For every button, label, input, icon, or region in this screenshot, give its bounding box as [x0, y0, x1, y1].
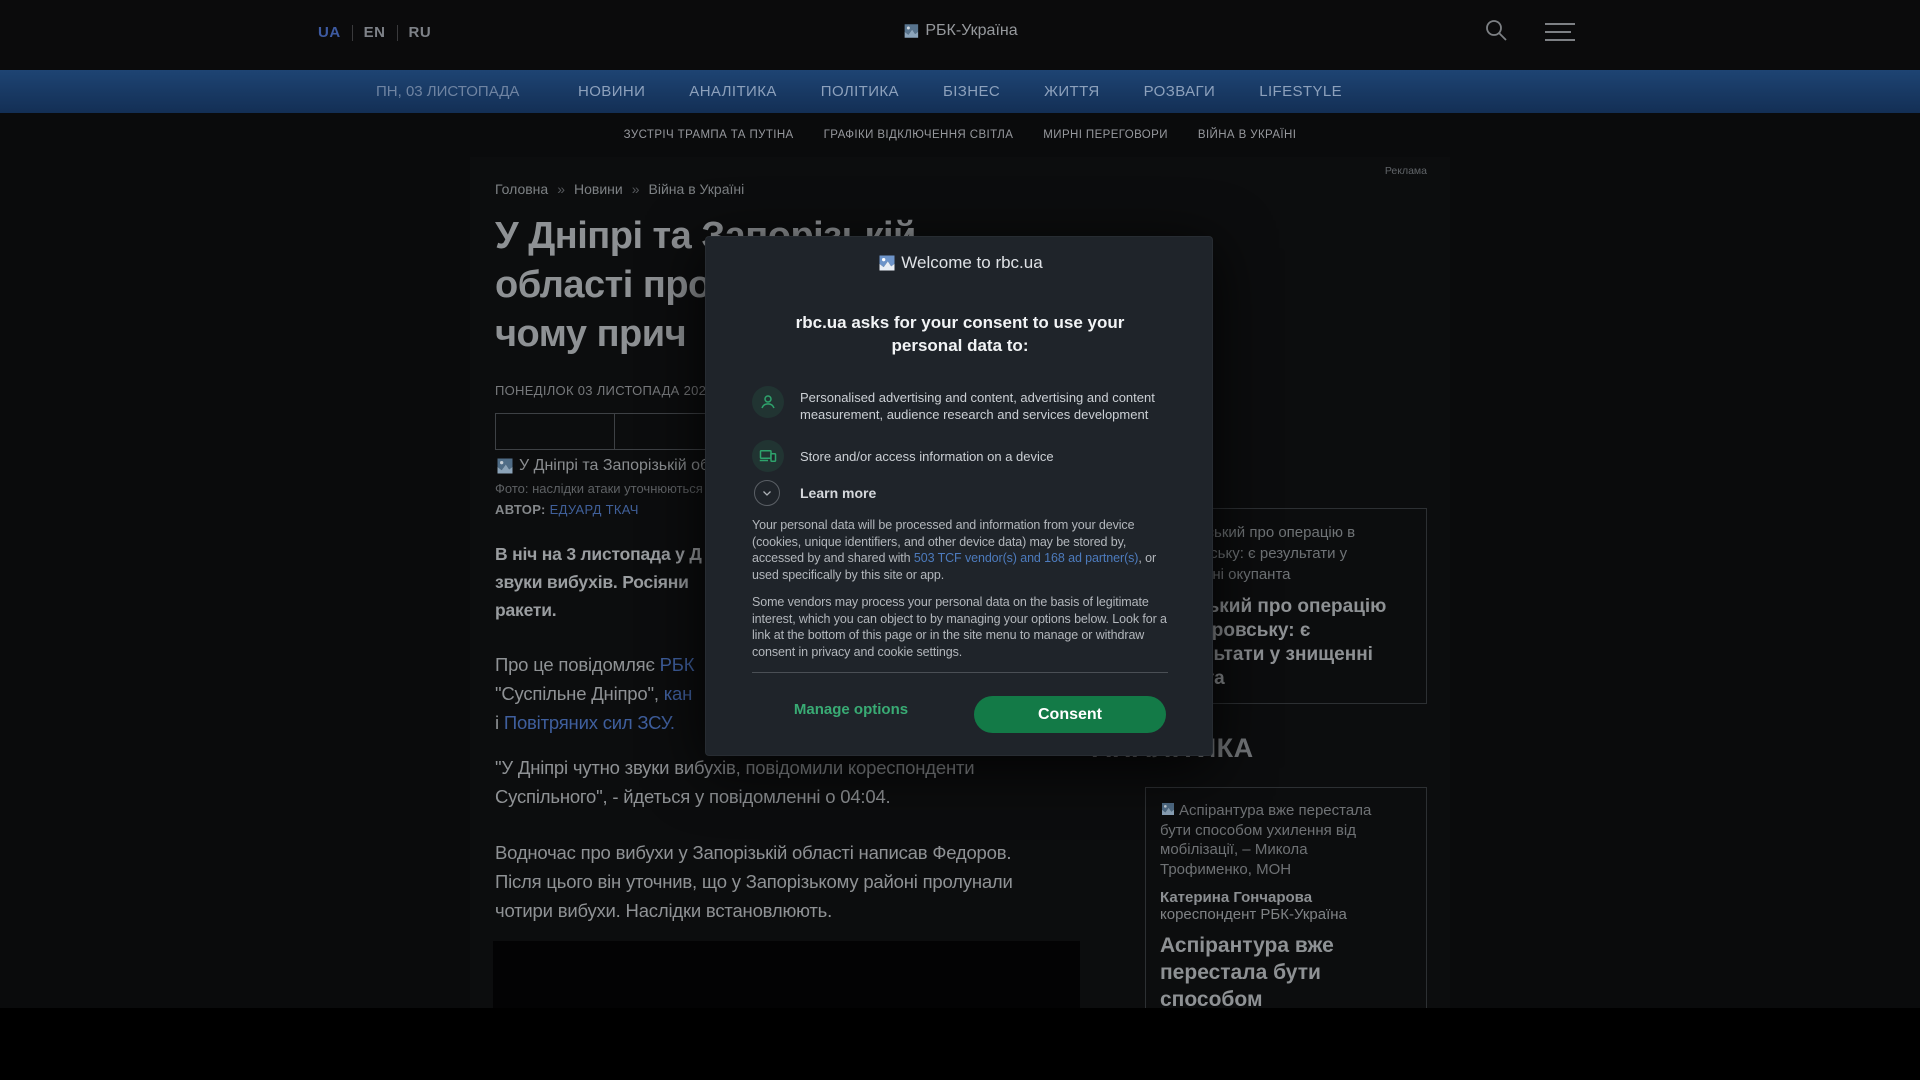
link-channel[interactable]: кан [664, 683, 693, 704]
link-air-force[interactable]: Повітряних сил ЗСУ. [504, 712, 675, 733]
menu-bar [1545, 39, 1575, 41]
nav-item-analityka[interactable]: АНАЛІТИКА [689, 83, 776, 100]
ad-label: Реклама [1384, 165, 1427, 177]
card-image-alt: Аспірантура вже перестала бути способом … [1160, 802, 1372, 878]
logo-text: РБК-Україна [925, 22, 1018, 39]
article-image-alt: У Дніпрі та Запорізькій об [519, 457, 710, 474]
consent-purpose-1: Personalised advertising and content, ad… [800, 390, 1155, 422]
article-author: АВТОР: ЕДУАРД ТКАЧ [495, 502, 639, 517]
topic-war-in-ukraine[interactable]: ВІЙНА В УКРАЇНІ [1198, 129, 1296, 141]
breadcrumb-separator: » [557, 181, 565, 197]
nav-item-polityka[interactable]: ПОЛІТИКА [821, 83, 899, 100]
nav-item-rozvahy[interactable]: РОЗВАГИ [1144, 83, 1216, 100]
breadcrumb-news[interactable]: Новини [574, 181, 623, 197]
navbar-menu: НОВИНИ АНАЛІТИКА ПОЛІТИКА БІЗНЕС ЖИТТЯ Р… [0, 70, 1920, 113]
learn-more-label[interactable]: Learn more [800, 485, 876, 501]
article-paragraph-zaporizhzhia: Водночас про вибухи у Запорізькій област… [495, 842, 1013, 921]
share-button-1[interactable] [495, 413, 615, 450]
consent-paragraph-1: Your personal data will be processed and… [752, 518, 1157, 582]
sidebar-interview-card[interactable]: Аспірантура вже перестала бути способом … [1145, 787, 1427, 1065]
consent-logo-alt: Welcome to rbc.ua [901, 253, 1043, 272]
personalised-ads-icon [752, 386, 784, 418]
link-rbc[interactable]: РБК [660, 654, 695, 675]
consent-paragraph-2: Some vendors may process your personal d… [752, 595, 1167, 659]
lang-en[interactable]: EN [364, 24, 386, 41]
device-storage-icon [752, 440, 784, 472]
nav-item-lifestyle[interactable]: LIFESTYLE [1259, 83, 1342, 100]
article-lead: В ніч на 3 листопада у Д звуки вибухів. … [495, 544, 702, 620]
menu-bar [1545, 31, 1571, 33]
page-bottom-strip [0, 1008, 1920, 1080]
author-label: АВТОР: [495, 502, 546, 517]
lang-ua[interactable]: UA [318, 24, 341, 41]
menu-bar [1545, 23, 1575, 25]
lang-divider [351, 24, 353, 41]
rbc-ua-page: UA EN RU РБК-Україна ПН, 03 ЛИСТОПАДА НО… [0, 0, 1920, 1080]
topics-strip: ЗУСТРІЧ ТРАМПА ТА ПУТІНА ГРАФІКИ ВІДКЛЮЧ… [0, 113, 1920, 157]
manage-options-button[interactable]: Manage options [706, 701, 996, 718]
breadcrumb: Головна » Новини » Війна в Україні [495, 181, 744, 197]
broken-image-icon [1162, 803, 1174, 815]
site-logo[interactable]: РБК-Україна [902, 22, 1018, 40]
card-author-name: Катерина Гончарова [1160, 889, 1313, 906]
menu-icon[interactable] [1545, 23, 1575, 47]
embed-placeholder[interactable] [493, 941, 1080, 1008]
lang-ru[interactable]: RU [409, 24, 432, 41]
language-switcher: UA EN RU [318, 24, 431, 41]
article-image-placeholder: У Дніпрі та Запорізькій об [495, 456, 709, 476]
topic-trump-putin[interactable]: ЗУСТРІЧ ТРАМПА ТА ПУТІНА [624, 129, 794, 141]
nav-item-novyny[interactable]: НОВИНИ [578, 83, 645, 100]
topic-blackout-schedules[interactable]: ГРАФІКИ ВІДКЛЮЧЕННЯ СВІТЛА [824, 129, 1014, 141]
breadcrumb-home[interactable]: Головна [495, 181, 548, 197]
consent-divider [752, 672, 1168, 673]
nav-item-biznes[interactable]: БІЗНЕС [943, 83, 1000, 100]
share-buttons [495, 413, 734, 450]
consent-logo: Welcome to rbc.ua [706, 253, 1214, 273]
main-navbar: ПН, 03 ЛИСТОПАДА НОВИНИ АНАЛІТИКА ПОЛІТИ… [0, 70, 1920, 113]
nav-item-zhyttia[interactable]: ЖИТТЯ [1044, 83, 1099, 100]
article-paragraph-quote: "У Дніпрі чутно звуки вибухів, повідомил… [495, 757, 975, 807]
author-link[interactable]: ЕДУАРД ТКАЧ [550, 502, 639, 517]
card-author-role: кореспондент РБК-Україна [1160, 906, 1347, 923]
photo-caption: Фото: наслідки атаки уточнюються [495, 481, 703, 496]
topic-peace-talks[interactable]: МИРНІ ПЕРЕГОВОРИ [1043, 129, 1168, 141]
broken-image-icon [904, 24, 919, 38]
consent-button[interactable]: Consent [974, 696, 1166, 733]
broken-image-icon [879, 255, 895, 271]
consent-heading: rbc.ua asks for your consent to use your… [795, 313, 1125, 355]
learn-more-toggle[interactable] [754, 480, 780, 506]
search-icon[interactable] [1482, 16, 1510, 44]
consent-dialog: Welcome to rbc.ua rbc.ua asks for your c… [705, 236, 1213, 756]
breadcrumb-separator: » [631, 181, 640, 197]
vendors-link[interactable]: 503 TCF vendor(s) and 168 ad partner(s) [914, 551, 1139, 565]
breadcrumb-war[interactable]: Війна в Україні [649, 181, 745, 197]
lang-divider [396, 24, 398, 41]
broken-image-icon [497, 458, 513, 474]
consent-purpose-2: Store and/or access information on a dev… [800, 449, 1054, 464]
site-header: UA EN RU РБК-Україна [0, 0, 1920, 70]
